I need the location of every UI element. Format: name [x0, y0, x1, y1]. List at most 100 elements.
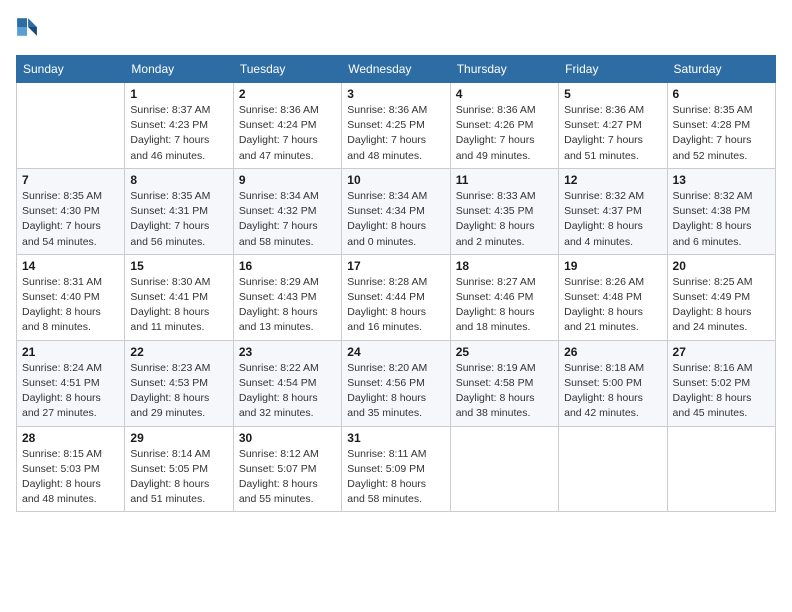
day-number: 14 [22, 259, 119, 273]
day-number: 1 [130, 87, 227, 101]
day-number: 11 [456, 173, 553, 187]
calendar-cell: 10 Sunrise: 8:34 AM Sunset: 4:34 PM Dayli… [342, 168, 450, 254]
day-info: Sunrise: 8:16 AM Sunset: 5:02 PM Dayligh… [673, 361, 770, 422]
calendar-cell: 8 Sunrise: 8:35 AM Sunset: 4:31 PM Daylig… [125, 168, 233, 254]
day-of-week-header: Monday [125, 56, 233, 83]
calendar-cell: 25 Sunrise: 8:19 AM Sunset: 4:58 PM Dayli… [450, 340, 558, 426]
day-info: Sunrise: 8:36 AM Sunset: 4:26 PM Dayligh… [456, 103, 553, 164]
calendar-table: SundayMondayTuesdayWednesdayThursdayFrid… [16, 55, 776, 512]
day-info: Sunrise: 8:30 AM Sunset: 4:41 PM Dayligh… [130, 275, 227, 336]
day-number: 2 [239, 87, 336, 101]
day-info: Sunrise: 8:36 AM Sunset: 4:27 PM Dayligh… [564, 103, 661, 164]
calendar-cell: 17 Sunrise: 8:28 AM Sunset: 4:44 PM Dayli… [342, 254, 450, 340]
day-number: 7 [22, 173, 119, 187]
calendar-cell: 16 Sunrise: 8:29 AM Sunset: 4:43 PM Dayli… [233, 254, 341, 340]
day-number: 26 [564, 345, 661, 359]
day-number: 5 [564, 87, 661, 101]
calendar-cell [667, 426, 775, 512]
day-number: 31 [347, 431, 444, 445]
day-info: Sunrise: 8:26 AM Sunset: 4:48 PM Dayligh… [564, 275, 661, 336]
calendar-cell: 6Sunrise: 8:35 AM Sunset: 4:28 PM Daylig… [667, 83, 775, 169]
day-of-week-header: Thursday [450, 56, 558, 83]
calendar-cell: 2 Sunrise: 8:36 AM Sunset: 4:24 PM Daylig… [233, 83, 341, 169]
day-info: Sunrise: 8:35 AM Sunset: 4:31 PM Dayligh… [130, 189, 227, 250]
day-number: 4 [456, 87, 553, 101]
day-info: Sunrise: 8:32 AM Sunset: 4:38 PM Dayligh… [673, 189, 770, 250]
day-info: Sunrise: 8:14 AM Sunset: 5:05 PM Dayligh… [130, 447, 227, 508]
day-number: 24 [347, 345, 444, 359]
day-info: Sunrise: 8:34 AM Sunset: 4:34 PM Dayligh… [347, 189, 444, 250]
day-of-week-header: Tuesday [233, 56, 341, 83]
calendar-cell: 23 Sunrise: 8:22 AM Sunset: 4:54 PM Dayli… [233, 340, 341, 426]
day-number: 20 [673, 259, 770, 273]
day-info: Sunrise: 8:18 AM Sunset: 5:00 PM Dayligh… [564, 361, 661, 422]
day-number: 3 [347, 87, 444, 101]
day-info: Sunrise: 8:35 AM Sunset: 4:30 PM Dayligh… [22, 189, 119, 250]
day-info: Sunrise: 8:36 AM Sunset: 4:24 PM Dayligh… [239, 103, 336, 164]
logo-icon [16, 16, 38, 38]
day-info: Sunrise: 8:25 AM Sunset: 4:49 PM Dayligh… [673, 275, 770, 336]
day-of-week-header: Saturday [667, 56, 775, 83]
day-of-week-header: Sunday [17, 56, 125, 83]
calendar-cell: 22Sunrise: 8:23 AM Sunset: 4:53 PM Dayli… [125, 340, 233, 426]
calendar-cell: 29Sunrise: 8:14 AM Sunset: 5:05 PM Dayli… [125, 426, 233, 512]
day-info: Sunrise: 8:34 AM Sunset: 4:32 PM Dayligh… [239, 189, 336, 250]
day-number: 13 [673, 173, 770, 187]
day-number: 23 [239, 345, 336, 359]
calendar-cell: 30 Sunrise: 8:12 AM Sunset: 5:07 PM Dayli… [233, 426, 341, 512]
day-number: 17 [347, 259, 444, 273]
day-number: 9 [239, 173, 336, 187]
day-info: Sunrise: 8:20 AM Sunset: 4:56 PM Dayligh… [347, 361, 444, 422]
day-number: 12 [564, 173, 661, 187]
calendar-cell: 11 Sunrise: 8:33 AM Sunset: 4:35 PM Dayli… [450, 168, 558, 254]
calendar-cell: 18Sunrise: 8:27 AM Sunset: 4:46 PM Dayli… [450, 254, 558, 340]
calendar-cell [17, 83, 125, 169]
day-info: Sunrise: 8:31 AM Sunset: 4:40 PM Dayligh… [22, 275, 119, 336]
day-info: Sunrise: 8:22 AM Sunset: 4:54 PM Dayligh… [239, 361, 336, 422]
calendar-cell: 21Sunrise: 8:24 AM Sunset: 4:51 PM Dayli… [17, 340, 125, 426]
day-info: Sunrise: 8:19 AM Sunset: 4:58 PM Dayligh… [456, 361, 553, 422]
day-info: Sunrise: 8:11 AM Sunset: 5:09 PM Dayligh… [347, 447, 444, 508]
calendar-cell: 26 Sunrise: 8:18 AM Sunset: 5:00 PM Dayli… [559, 340, 667, 426]
day-info: Sunrise: 8:33 AM Sunset: 4:35 PM Dayligh… [456, 189, 553, 250]
calendar-cell: 4 Sunrise: 8:36 AM Sunset: 4:26 PM Daylig… [450, 83, 558, 169]
day-info: Sunrise: 8:28 AM Sunset: 4:44 PM Dayligh… [347, 275, 444, 336]
day-info: Sunrise: 8:35 AM Sunset: 4:28 PM Dayligh… [673, 103, 770, 164]
day-number: 16 [239, 259, 336, 273]
day-info: Sunrise: 8:12 AM Sunset: 5:07 PM Dayligh… [239, 447, 336, 508]
calendar-cell: 20 Sunrise: 8:25 AM Sunset: 4:49 PM Dayli… [667, 254, 775, 340]
calendar-cell: 14 Sunrise: 8:31 AM Sunset: 4:40 PM Dayli… [17, 254, 125, 340]
calendar-cell: 7 Sunrise: 8:35 AM Sunset: 4:30 PM Daylig… [17, 168, 125, 254]
day-number: 15 [130, 259, 227, 273]
page-header [16, 16, 776, 43]
day-number: 28 [22, 431, 119, 445]
day-info: Sunrise: 8:23 AM Sunset: 4:53 PM Dayligh… [130, 361, 227, 422]
calendar-cell: 15 Sunrise: 8:30 AM Sunset: 4:41 PM Dayli… [125, 254, 233, 340]
day-number: 27 [673, 345, 770, 359]
calendar-cell: 1 Sunrise: 8:37 AM Sunset: 4:23 PM Daylig… [125, 83, 233, 169]
day-number: 18 [456, 259, 553, 273]
day-number: 19 [564, 259, 661, 273]
day-info: Sunrise: 8:36 AM Sunset: 4:25 PM Dayligh… [347, 103, 444, 164]
day-info: Sunrise: 8:29 AM Sunset: 4:43 PM Dayligh… [239, 275, 336, 336]
calendar-cell: 3 Sunrise: 8:36 AM Sunset: 4:25 PM Daylig… [342, 83, 450, 169]
day-number: 8 [130, 173, 227, 187]
day-info: Sunrise: 8:32 AM Sunset: 4:37 PM Dayligh… [564, 189, 661, 250]
day-of-week-header: Wednesday [342, 56, 450, 83]
calendar-cell: 31 Sunrise: 8:11 AM Sunset: 5:09 PM Dayli… [342, 426, 450, 512]
day-number: 30 [239, 431, 336, 445]
calendar-cell: 19 Sunrise: 8:26 AM Sunset: 4:48 PM Dayli… [559, 254, 667, 340]
calendar-cell: 13 Sunrise: 8:32 AM Sunset: 4:38 PM Dayli… [667, 168, 775, 254]
day-number: 10 [347, 173, 444, 187]
calendar-cell: 24 Sunrise: 8:20 AM Sunset: 4:56 PM Dayli… [342, 340, 450, 426]
logo [16, 16, 40, 43]
day-number: 25 [456, 345, 553, 359]
day-info: Sunrise: 8:37 AM Sunset: 4:23 PM Dayligh… [130, 103, 227, 164]
calendar-cell [559, 426, 667, 512]
day-of-week-header: Friday [559, 56, 667, 83]
day-info: Sunrise: 8:24 AM Sunset: 4:51 PM Dayligh… [22, 361, 119, 422]
day-info: Sunrise: 8:15 AM Sunset: 5:03 PM Dayligh… [22, 447, 119, 508]
calendar-cell: 27 Sunrise: 8:16 AM Sunset: 5:02 PM Dayli… [667, 340, 775, 426]
calendar-cell: 28 Sunrise: 8:15 AM Sunset: 5:03 PM Dayli… [17, 426, 125, 512]
calendar-cell [450, 426, 558, 512]
